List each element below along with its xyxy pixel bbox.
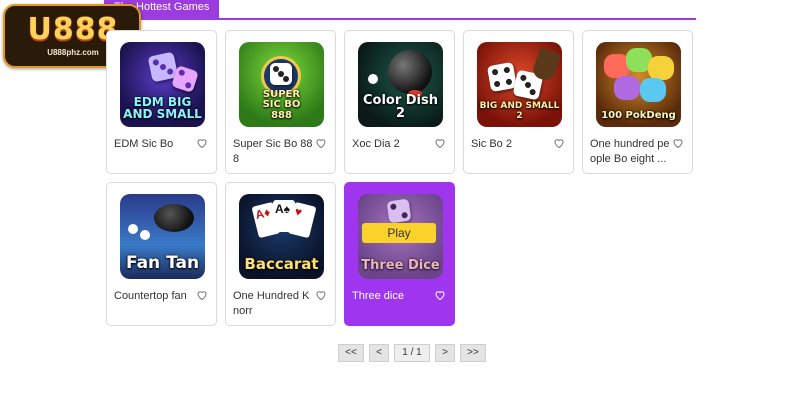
- favorite-heart-icon[interactable]: [315, 289, 327, 301]
- game-thumbnail[interactable]: A♦ A♠ ♥ Baccarat: [239, 194, 324, 279]
- game-thumbnail[interactable]: Fan Tan: [120, 194, 205, 279]
- thumbnail-art-text: BIG AND SMALL 2: [479, 101, 560, 121]
- blob-character-icon: [614, 76, 640, 100]
- coin-icon: [368, 74, 378, 84]
- game-name: EDM Sic Bo: [114, 138, 174, 150]
- favorite-heart-icon[interactable]: [434, 137, 446, 149]
- blob-character-icon: [648, 56, 674, 80]
- game-name: Super Sic Bo 888: [233, 138, 313, 165]
- cover-bowl-icon: [154, 204, 194, 232]
- game-card-three-dice[interactable]: Three Dice Play Three dice: [344, 182, 455, 326]
- game-name: Xoc Dia 2: [352, 138, 400, 150]
- dice-icon: [171, 65, 199, 93]
- thumbnail-art-text: 100 PokDeng: [601, 109, 676, 121]
- thumbnail-art-text: Three Dice: [361, 258, 440, 274]
- prev-page-button[interactable]: <: [369, 344, 389, 362]
- dice-icon: [386, 198, 412, 224]
- bead-icon: [128, 224, 138, 234]
- game-thumbnail[interactable]: SUPER SIC BO 888: [239, 42, 324, 127]
- last-page-button[interactable]: >>: [460, 344, 486, 362]
- blob-character-icon: [640, 78, 666, 102]
- dice-icon: [486, 61, 518, 93]
- game-name: One hundred people Bo eight ...: [590, 138, 670, 165]
- game-card-fan-tan[interactable]: Fan Tan Countertop fan: [106, 182, 217, 326]
- thumbnail-art-text: SUPER SIC BO 888: [262, 88, 301, 121]
- bead-icon: [140, 230, 150, 240]
- game-name: Sic Bo 2: [471, 138, 512, 150]
- game-name: Countertop fan: [114, 290, 187, 302]
- game-card-super-sic-bo-888[interactable]: SUPER SIC BO 888 Super Sic Bo 888: [225, 30, 336, 174]
- favorite-heart-icon[interactable]: [434, 289, 446, 301]
- game-name: Three dice: [352, 290, 404, 302]
- page-indicator: 1 / 1: [394, 344, 430, 362]
- thumbnail-art-text: Baccarat: [244, 255, 319, 274]
- play-button[interactable]: Play: [362, 223, 436, 243]
- first-page-button[interactable]: <<: [338, 344, 364, 362]
- game-name: One Hundred Knorr: [233, 290, 310, 317]
- game-thumbnail[interactable]: BIG AND SMALL 2: [477, 42, 562, 127]
- favorite-heart-icon[interactable]: [196, 137, 208, 149]
- favorite-heart-icon[interactable]: [672, 137, 684, 149]
- section-tab-bar: The Hottest Games: [104, 0, 696, 20]
- game-card-sic-bo-2[interactable]: BIG AND SMALL 2 Sic Bo 2: [463, 30, 574, 174]
- game-thumbnail[interactable]: Color Dish 2: [358, 42, 443, 127]
- favorite-heart-icon[interactable]: [553, 137, 565, 149]
- game-thumbnail[interactable]: EDM BIG AND SMALL: [120, 42, 205, 127]
- game-card-edm-sic-bo[interactable]: EDM BIG AND SMALL EDM Sic Bo: [106, 30, 217, 174]
- game-card-xoc-dia-2[interactable]: Color Dish 2 Xoc Dia 2: [344, 30, 455, 174]
- favorite-heart-icon[interactable]: [196, 289, 208, 301]
- game-thumbnail[interactable]: 100 PokDeng: [596, 42, 681, 127]
- bowl-icon: [388, 50, 432, 94]
- game-card-100-pokdeng[interactable]: 100 PokDeng One hundred people Bo eight …: [582, 30, 693, 174]
- favorite-heart-icon[interactable]: [315, 137, 327, 149]
- thumbnail-art-text: Color Dish 2: [362, 92, 439, 122]
- game-card-baccarat[interactable]: A♦ A♠ ♥ Baccarat One Hundred Knorr: [225, 182, 336, 326]
- next-page-button[interactable]: >: [435, 344, 455, 362]
- thumbnail-art-text: EDM BIG AND SMALL: [123, 94, 202, 122]
- dice-icon: [270, 63, 292, 85]
- thumbnail-art-text: Fan Tan: [125, 253, 200, 274]
